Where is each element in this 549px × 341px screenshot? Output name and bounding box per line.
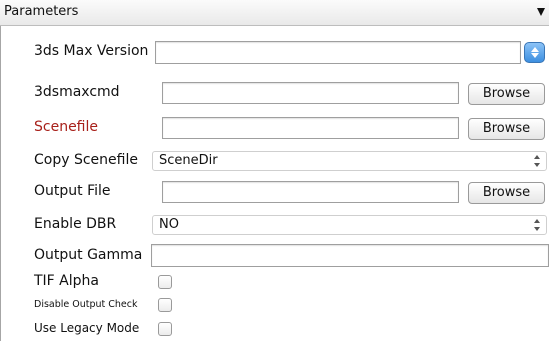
copy-scenefile-select[interactable]: SceneDir [152,151,547,171]
tif-alpha-checkbox[interactable] [158,275,172,289]
dropdown-arrow-icon[interactable] [537,8,545,16]
browse-scenefile-button[interactable]: Browse [468,118,545,140]
use-legacy-mode-checkbox[interactable] [158,322,172,336]
label-3dsmaxcmd: 3dsmaxcmd [34,84,120,100]
row-output-gamma: Output Gamma [0,244,549,268]
row-output-file: Output File Browse [0,181,549,205]
copy-scenefile-value: SceneDir [159,153,218,168]
stepper-icon[interactable] [524,42,545,63]
row-tif-alpha: TIF Alpha [0,273,549,291]
browse-3dsmaxcmd-button[interactable]: Browse [468,83,545,105]
row-disable-output-check: Disable Output Check [0,297,549,315]
parameters-header[interactable]: Parameters [0,0,549,26]
browse-output-file-button[interactable]: Browse [468,182,545,204]
label-use-legacy-mode: Use Legacy Mode [34,321,140,335]
label-output-gamma: Output Gamma [34,247,143,263]
label-enable-dbr: Enable DBR [34,216,117,232]
3dsmaxcmd-field[interactable] [162,82,459,104]
output-gamma-field[interactable] [151,244,549,267]
label-copy-scenefile: Copy Scenefile [34,152,138,168]
row-copy-scenefile: Copy Scenefile SceneDir [0,150,549,174]
label-disable-output-check: Disable Output Check [34,299,138,310]
row-scenefile: Scenefile Browse [0,117,549,141]
parameters-title: Parameters [4,4,79,19]
row-use-legacy-mode: Use Legacy Mode [0,320,549,338]
up-down-arrows-icon [534,155,540,167]
enable-dbr-value: NO [159,217,179,232]
label-3ds-max-version: 3ds Max Version [34,43,149,59]
enable-dbr-select[interactable]: NO [152,215,547,235]
label-output-file: Output File [34,183,111,199]
label-tif-alpha: TIF Alpha [34,273,99,289]
row-3dsmaxcmd: 3dsmaxcmd Browse [0,82,549,106]
row-3ds-max-version: 3ds Max Version [0,41,549,65]
output-file-field[interactable] [162,181,459,203]
row-enable-dbr: Enable DBR NO [0,214,549,238]
disable-output-check-checkbox[interactable] [158,298,172,312]
3ds-max-version-field[interactable] [155,41,521,64]
label-scenefile: Scenefile [34,119,99,135]
scenefile-field[interactable] [162,117,459,139]
up-down-arrows-icon [534,219,540,231]
